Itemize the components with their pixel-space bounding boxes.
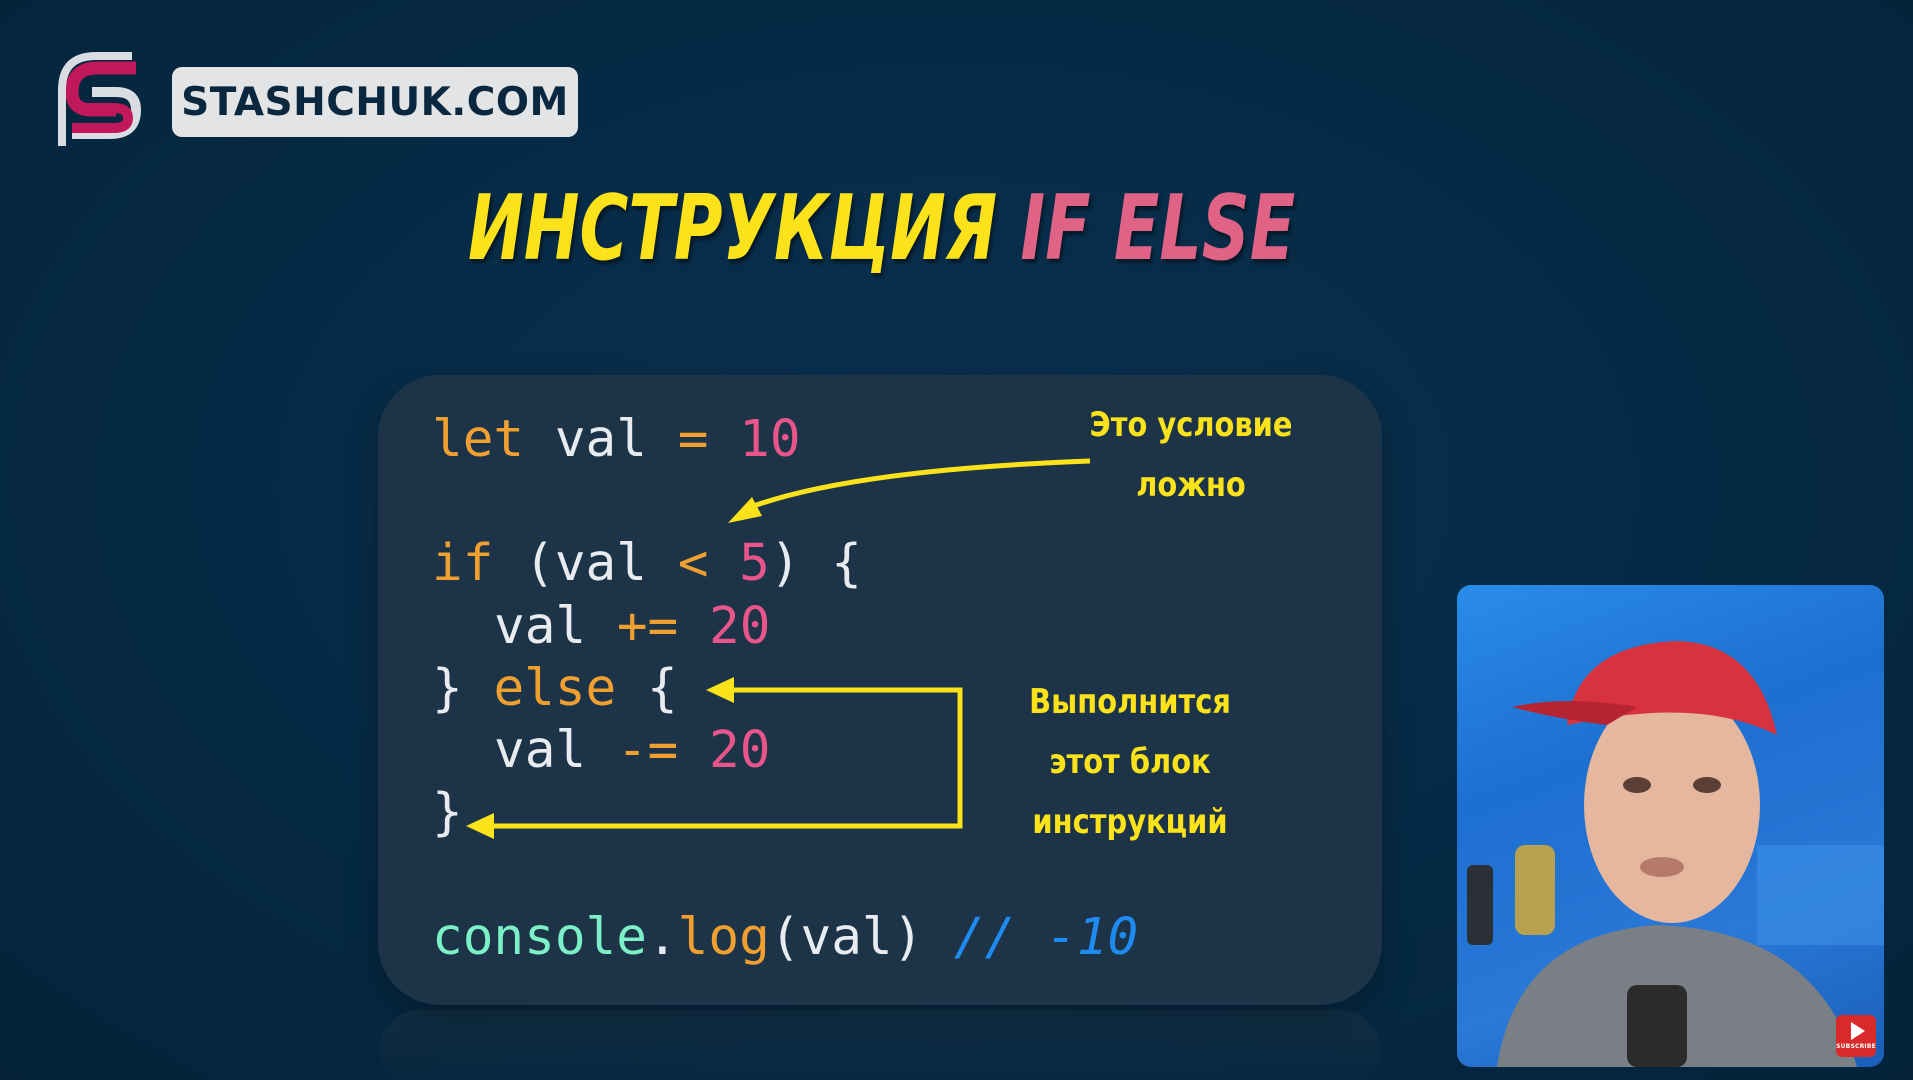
presenter-figure [1467, 641, 1884, 1067]
annotation-executes-line-2: этот блок [1049, 742, 1211, 782]
code-line-1: let val = 10 [432, 410, 801, 470]
code-number: 20 [708, 597, 771, 656]
code-number: 10 [739, 410, 801, 469]
code-line-2: if (val < 5) { [432, 534, 862, 594]
code-line-4: } else { [432, 659, 678, 719]
code-brace: } [432, 783, 463, 842]
title-part-if-else: IF ELSE [1020, 176, 1296, 281]
annotation-executes-line-3: инструкций [1032, 802, 1228, 842]
code-brace: { [646, 659, 678, 718]
code-keyword-if: if [432, 534, 494, 593]
annotation-block-executes: Выполнится этот блок инструкций [1011, 672, 1249, 852]
code-keyword-let: let [432, 410, 525, 469]
annotation-condition-line-2: ложно [1136, 465, 1246, 505]
code-args: (val) [769, 908, 924, 967]
brand-badge: STASHCHUK.COM [172, 67, 578, 137]
code-identifier: val [494, 721, 587, 780]
code-object-console: console [432, 908, 647, 967]
code-line-7: console.log(val) // -10 [432, 908, 1138, 968]
stashchuk-logo-icon [58, 52, 142, 146]
code-panel-reflection [380, 1010, 1380, 1080]
brand-site-name: STASHCHUK.COM [181, 79, 569, 125]
code-operator: += [616, 597, 679, 656]
subscribe-label: SUBSCRIBE [1836, 1043, 1876, 1050]
youtube-play-icon [1851, 1022, 1865, 1040]
code-condition-open: (val [524, 534, 647, 593]
slide: STASHCHUK.COM ИНСТРУКЦИЯ IF ELSE let val… [0, 0, 1913, 1080]
subscribe-badge[interactable]: SUBSCRIBE [1836, 1015, 1876, 1057]
code-identifier: val [554, 410, 647, 469]
webcam-video: SUBSCRIBE [1457, 585, 1884, 1067]
code-comment: // -10 [954, 908, 1139, 967]
code-identifier: val [494, 597, 587, 656]
code-dot: . [646, 908, 678, 967]
annotation-executes-line-1: Выполнится [1029, 682, 1231, 722]
code-line-3: val += 20 [494, 597, 770, 657]
slide-title: ИНСТРУКЦИЯ IF ELSE [468, 164, 1295, 294]
code-operator: -= [616, 721, 679, 780]
code-line-6: } [432, 783, 463, 843]
annotation-condition-line-1: Это условие [1089, 405, 1293, 445]
code-number: 5 [739, 534, 770, 593]
code-operator: = [677, 410, 709, 469]
code-operator: < [677, 534, 709, 593]
code-brace: } [432, 659, 463, 718]
code-line-5: val -= 20 [494, 721, 770, 781]
code-keyword-else: else [493, 659, 617, 718]
code-method-log: log [677, 908, 770, 967]
code-number: 20 [708, 721, 771, 780]
annotation-condition-false: Это условие ложно [1068, 395, 1315, 515]
title-part-instruction: ИНСТРУКЦИЯ [468, 176, 998, 281]
code-condition-close: ) { [769, 534, 862, 593]
